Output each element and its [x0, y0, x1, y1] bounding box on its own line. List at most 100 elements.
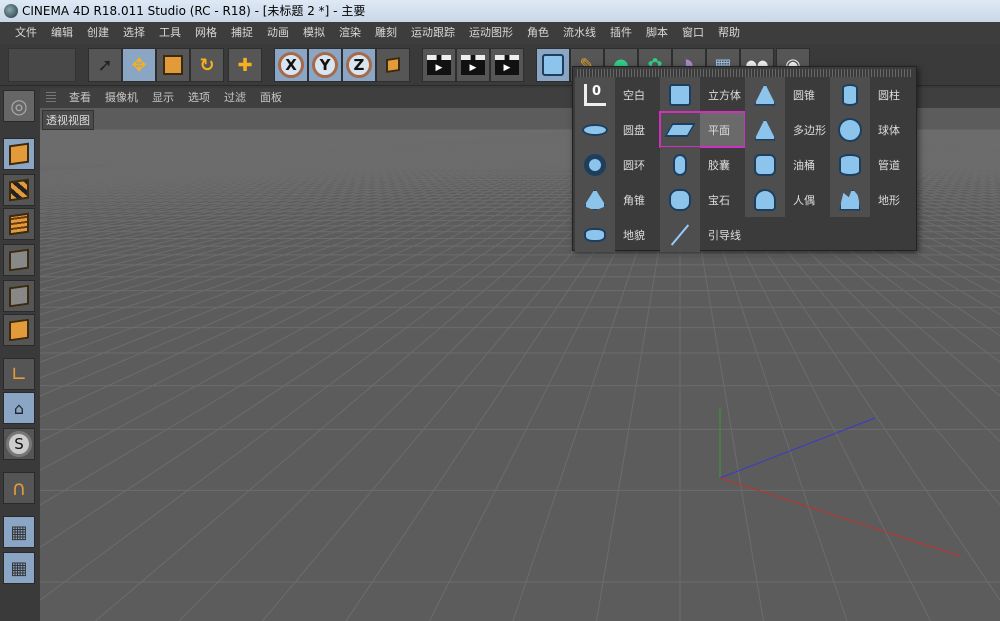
- primitive-item-plane[interactable]: 平面: [659, 111, 746, 148]
- menu-item[interactable]: 运动图形: [462, 22, 520, 44]
- menu-item[interactable]: 网格: [188, 22, 224, 44]
- primitive-item-pyramid[interactable]: 角锥: [575, 182, 660, 217]
- menu-item[interactable]: 文件: [8, 22, 44, 44]
- disc-icon: [575, 112, 615, 147]
- menu-item[interactable]: 编辑: [44, 22, 80, 44]
- drag-grip-icon[interactable]: [46, 92, 56, 104]
- cone-icon: [745, 77, 785, 112]
- primitive-label: 角锥: [623, 193, 645, 207]
- menu-item[interactable]: 创建: [80, 22, 116, 44]
- workplane-mode-button[interactable]: [3, 208, 35, 240]
- scale-tool-button[interactable]: [156, 48, 190, 82]
- primitive-column: 圆锥多边形油桶 人偶: [745, 77, 830, 217]
- axis-mode-button[interactable]: ∟: [3, 358, 35, 390]
- primitive-item-landscape[interactable]: 地貌: [575, 217, 660, 252]
- primitive-item-oil-tank[interactable]: 油桶: [745, 147, 830, 182]
- snapping-button[interactable]: S: [3, 428, 35, 460]
- cursor-icon: ➚: [97, 54, 113, 76]
- primitive-item-cube[interactable]: 立方体: [660, 77, 745, 112]
- primitive-item-sphere[interactable]: 球体: [830, 112, 915, 147]
- viewport-menu-item[interactable]: 摄像机: [98, 88, 145, 108]
- workplane-grid-button[interactable]: ▦: [3, 552, 35, 584]
- move-tool-button[interactable]: ✥: [122, 48, 156, 82]
- magnet-button[interactable]: ∩: [3, 472, 35, 504]
- viewport-menu-item[interactable]: 选项: [181, 88, 217, 108]
- points-mode-button[interactable]: [3, 244, 35, 276]
- render-view-button[interactable]: ▶: [422, 48, 456, 82]
- primitive-item-figure[interactable]: 人偶: [745, 182, 830, 217]
- menu-item[interactable]: 运动跟踪: [404, 22, 462, 44]
- y-axis-label: Y: [312, 52, 338, 78]
- primitive-label: 多边形: [793, 123, 826, 137]
- menu-item[interactable]: 窗口: [675, 22, 711, 44]
- menu-item[interactable]: 流水线: [556, 22, 603, 44]
- primitive-item-cone[interactable]: 圆锥: [745, 77, 830, 112]
- menu-item[interactable]: 雕刻: [368, 22, 404, 44]
- grid-lock-icon: ▦: [10, 521, 28, 543]
- z-axis-line: [719, 417, 876, 479]
- guide-icon: [660, 217, 700, 252]
- capsule-icon: [660, 147, 700, 182]
- scale-icon: [163, 55, 183, 75]
- tweak-mode-button[interactable]: ⌂: [3, 392, 35, 424]
- primitive-item-guide[interactable]: 引导线: [660, 217, 745, 252]
- live-select-button[interactable]: ✚: [228, 48, 262, 82]
- coordinate-system-button[interactable]: [376, 48, 410, 82]
- edges-mode-button[interactable]: [3, 280, 35, 312]
- clapboard-icon: ▶: [427, 55, 451, 75]
- menu-item[interactable]: 插件: [603, 22, 639, 44]
- render-settings-button[interactable]: ▶: [490, 48, 524, 82]
- primitive-item-cylinder[interactable]: 圆柱: [830, 77, 915, 112]
- figure-icon: [745, 182, 785, 217]
- torus-icon: [575, 147, 615, 182]
- y-axis-button[interactable]: Y: [308, 48, 342, 82]
- z-axis-button[interactable]: Z: [342, 48, 376, 82]
- x-axis-label: X: [278, 52, 304, 78]
- popup-grip-icon[interactable]: [577, 69, 912, 77]
- primitive-item-terrain[interactable]: 地形: [830, 182, 915, 217]
- make-editable-button[interactable]: ◎: [3, 90, 35, 122]
- primitive-item-gem[interactable]: 宝石: [660, 182, 745, 217]
- primitive-label: 平面: [708, 123, 730, 137]
- viewport-menu-item[interactable]: 显示: [145, 88, 181, 108]
- menu-item[interactable]: 动画: [260, 22, 296, 44]
- cube-icon: [9, 142, 29, 166]
- menu-item[interactable]: 选择: [116, 22, 152, 44]
- primitive-item-null[interactable]: 0 空白: [575, 77, 660, 112]
- make-editable-icon: ◎: [10, 94, 28, 118]
- menu-item[interactable]: 工具: [152, 22, 188, 44]
- undo-redo-button[interactable]: [8, 48, 76, 82]
- model-mode-button[interactable]: [3, 138, 35, 170]
- menu-item[interactable]: 渲染: [332, 22, 368, 44]
- viewport-menu-item[interactable]: 查看: [62, 88, 98, 108]
- polygons-mode-button[interactable]: [3, 314, 35, 346]
- terrain-icon: [830, 182, 870, 217]
- workplane-lock-button[interactable]: ▦: [3, 516, 35, 548]
- select-tool-button[interactable]: ➚: [88, 48, 122, 82]
- title-bar: CINEMA 4D R18.011 Studio (RC - R18) - [未…: [0, 0, 1000, 22]
- x-axis-button[interactable]: X: [274, 48, 308, 82]
- primitive-item-capsule[interactable]: 胶囊: [660, 147, 745, 182]
- primitive-label: 空白: [623, 88, 645, 102]
- viewport-menu-item[interactable]: 面板: [253, 88, 289, 108]
- primitive-item-disc[interactable]: 圆盘: [575, 112, 660, 147]
- texture-mode-button[interactable]: [3, 174, 35, 206]
- grid-icon: ▦: [10, 557, 28, 579]
- render-to-picture-viewer-button[interactable]: ▶: [456, 48, 490, 82]
- viewport-menu-item[interactable]: 过滤: [217, 88, 253, 108]
- menu-item[interactable]: 模拟: [296, 22, 332, 44]
- menu-item[interactable]: 帮助: [711, 22, 747, 44]
- primitive-item-tube[interactable]: 管道: [830, 147, 915, 182]
- primitive-label: 球体: [878, 123, 900, 137]
- primitive-cube-button[interactable]: [536, 48, 570, 82]
- texture-icon: [9, 178, 29, 202]
- workplane-icon: [9, 212, 29, 236]
- menu-item[interactable]: 脚本: [639, 22, 675, 44]
- points-icon: [9, 248, 29, 272]
- gem-icon: [660, 182, 700, 217]
- rotate-tool-button[interactable]: ↻: [190, 48, 224, 82]
- menu-item[interactable]: 角色: [520, 22, 556, 44]
- primitive-item-polygon[interactable]: 多边形: [745, 112, 830, 147]
- primitive-item-torus[interactable]: 圆环: [575, 147, 660, 182]
- menu-item[interactable]: 捕捉: [224, 22, 260, 44]
